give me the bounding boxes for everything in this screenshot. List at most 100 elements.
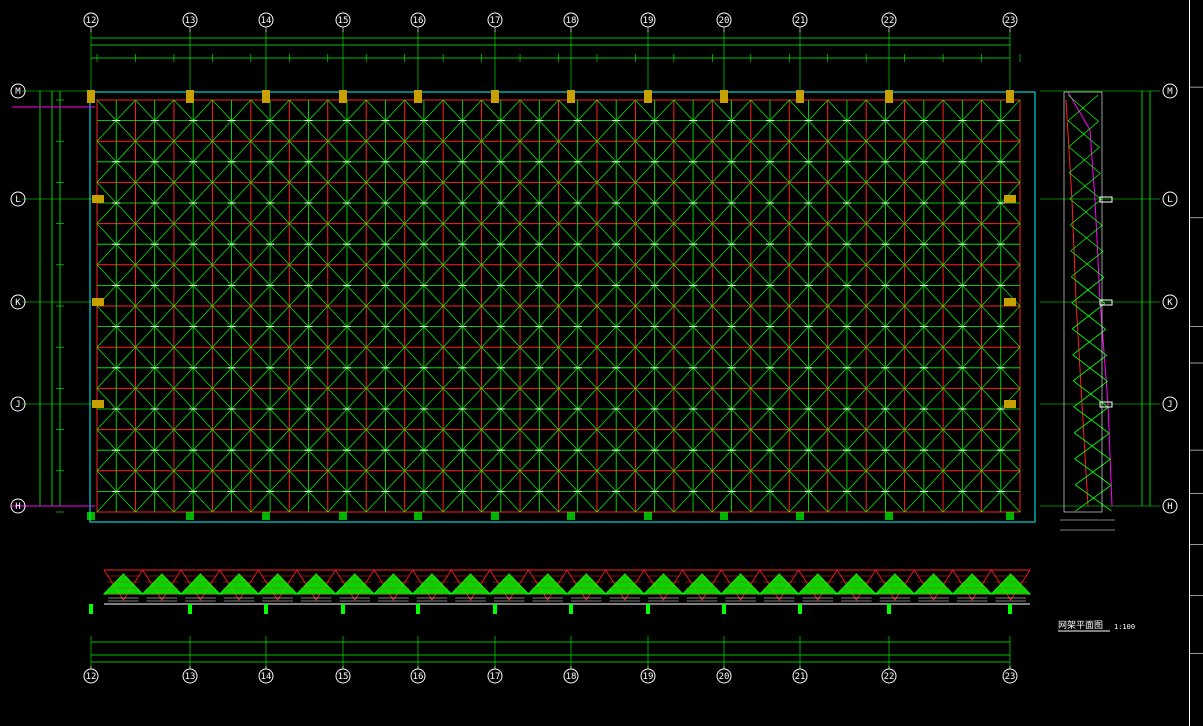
axis-bubble-right: H — [1162, 498, 1178, 514]
elev-green-web — [295, 573, 337, 595]
axis-label: 15 — [338, 16, 349, 26]
axis-label: 16 — [413, 672, 424, 682]
axis-label: 17 — [490, 16, 501, 26]
axis-label: K — [1167, 298, 1173, 308]
axis-bubble-top: 19 — [640, 12, 656, 28]
elev-support — [188, 604, 192, 614]
axis-label: 19 — [643, 16, 654, 26]
space-frame-plan — [12, 90, 1036, 523]
elev-support — [264, 604, 268, 614]
axis-label: 15 — [338, 672, 349, 682]
support-top — [567, 90, 575, 103]
elev-green-web — [488, 573, 530, 595]
axis-label: 18 — [566, 672, 577, 682]
support-bottom — [720, 512, 728, 520]
axis-bubble-bottom: 12 — [83, 668, 99, 684]
axis-bubble-top: 17 — [487, 12, 503, 28]
axis-label: J — [15, 400, 20, 410]
support-left — [92, 298, 104, 306]
axis-label: J — [1167, 400, 1172, 410]
elev-green-web — [874, 573, 916, 595]
axis-label: 12 — [86, 672, 97, 682]
elev-support — [722, 604, 726, 614]
axis-label: 19 — [643, 672, 654, 682]
axis-bubble-top: 23 — [1002, 12, 1018, 28]
elev-green-web — [450, 573, 492, 595]
elev-green-web — [758, 573, 800, 595]
support-top — [262, 90, 270, 103]
elev-support — [493, 604, 497, 614]
axis-bubble-top: 14 — [258, 12, 274, 28]
axis-label: L — [1167, 195, 1172, 205]
axis-label: 21 — [795, 672, 806, 682]
axis-bubble-bottom: 18 — [563, 668, 579, 684]
side-bottom-line — [1065, 99, 1089, 507]
elev-green-web — [720, 573, 762, 595]
support-bottom — [796, 512, 804, 520]
axis-bubble-bottom: 17 — [487, 668, 503, 684]
support-top — [720, 90, 728, 103]
support-top — [796, 90, 804, 103]
axis-bubble-top: 12 — [83, 12, 99, 28]
elev-support — [646, 604, 650, 614]
axis-bubble-right: M — [1162, 83, 1178, 99]
support-bottom — [339, 512, 347, 520]
elev-support — [1008, 604, 1012, 614]
axis-label: 20 — [719, 16, 730, 26]
axis-label: 13 — [185, 672, 196, 682]
axis-bubble-bottom: 21 — [792, 668, 808, 684]
elev-green-web — [527, 573, 569, 595]
elev-support — [569, 604, 573, 614]
support-top — [885, 90, 893, 103]
axis-label: 13 — [185, 16, 196, 26]
axis-label: M — [1167, 87, 1173, 97]
side-top-line — [1067, 91, 1113, 507]
axis-label: 12 — [86, 16, 97, 26]
axis-label: 16 — [413, 16, 424, 26]
axis-bubble-bottom: 13 — [182, 668, 198, 684]
support-bottom — [644, 512, 652, 520]
sheet-border-strip — [1189, 0, 1203, 726]
axis-bubble-top: 20 — [716, 12, 732, 28]
axis-label: 21 — [795, 16, 806, 26]
elev-green-web — [372, 573, 414, 595]
support-bottom — [885, 512, 893, 520]
axis-label: 20 — [719, 672, 730, 682]
axis-label: 23 — [1005, 672, 1016, 682]
support-right — [1004, 195, 1016, 203]
axis-label: 22 — [884, 672, 895, 682]
axis-bubble-bottom: 22 — [881, 668, 897, 684]
support-bottom — [414, 512, 422, 520]
elev-green-web — [179, 573, 221, 595]
elev-green-web — [334, 573, 376, 595]
support-right — [1004, 298, 1016, 306]
axis-label: H — [15, 502, 20, 512]
elev-green-web — [257, 573, 299, 595]
axis-bubble-top: 18 — [563, 12, 579, 28]
elev-green-web — [835, 573, 877, 595]
support-bottom — [567, 512, 575, 520]
axis-bubble-top: 13 — [182, 12, 198, 28]
axis-bubble-top: 21 — [792, 12, 808, 28]
elev-green-web — [990, 573, 1032, 595]
elev-support — [341, 604, 345, 614]
axis-label: 18 — [566, 16, 577, 26]
elev-green-web — [218, 573, 260, 595]
axis-label: K — [15, 298, 21, 308]
axis-bubble-top: 16 — [410, 12, 426, 28]
support-top — [87, 90, 95, 103]
support-left — [92, 400, 104, 408]
axis-label: M — [15, 87, 21, 97]
elev-green-web — [141, 573, 183, 595]
drawing-title: 网架平面图 — [1058, 620, 1103, 631]
drawing-scale: 1:100 — [1114, 623, 1135, 631]
axis-bubble-bottom: 23 — [1002, 668, 1018, 684]
support-left — [92, 195, 104, 203]
support-top — [339, 90, 347, 103]
axis-bubble-bottom: 19 — [640, 668, 656, 684]
front-elevation — [89, 569, 1032, 614]
axis-label: 14 — [261, 16, 272, 26]
axis-bubble-bottom: 15 — [335, 668, 351, 684]
support-top — [1006, 90, 1014, 103]
elev-green-web — [913, 573, 955, 595]
